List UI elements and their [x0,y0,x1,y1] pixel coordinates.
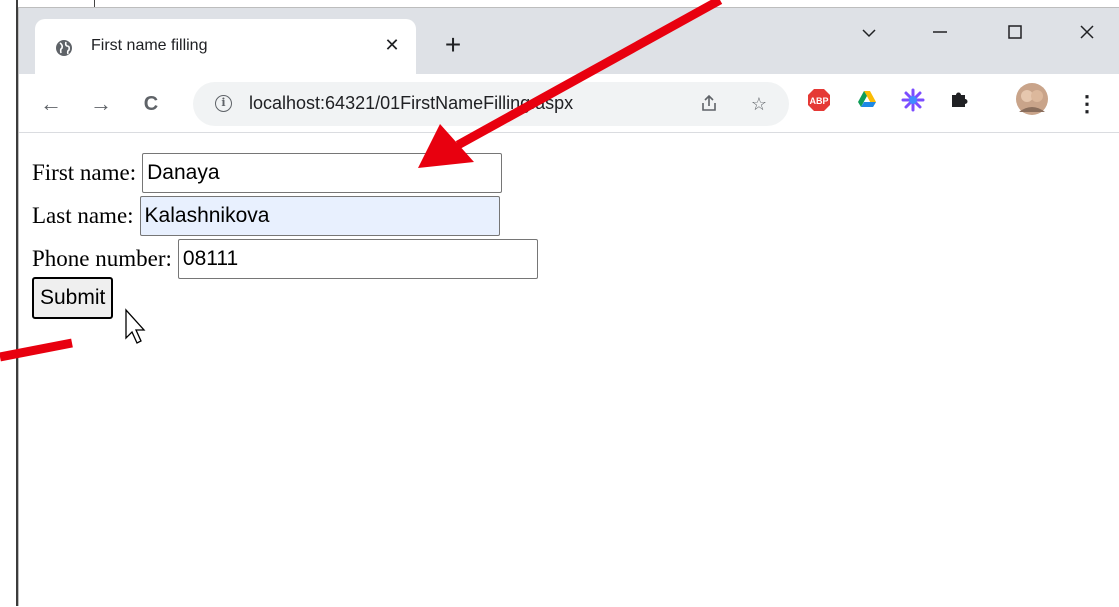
phone-label: Phone number: [32,246,172,271]
back-button[interactable]: ← [37,90,65,118]
globe-icon [56,40,72,56]
forward-button[interactable]: → [87,90,115,118]
site-info-icon[interactable]: i [215,95,232,112]
tab-first-name-filling[interactable]: First name filling ✕ [35,19,416,74]
tab-search-icon[interactable] [849,18,889,46]
browser-toolbar: ← → C i localhost:64321/01FirstNameFilli… [19,74,1119,133]
maximize-button[interactable] [995,18,1035,46]
last-name-input[interactable] [139,196,500,236]
first-name-row: First name: [32,153,503,193]
share-icon[interactable] [697,92,721,116]
extension-sparkle-icon[interactable] [899,88,927,116]
profile-avatar[interactable] [1015,82,1049,116]
tab-close-icon[interactable]: ✕ [380,33,404,57]
adblock-plus-label: ABP [809,96,828,106]
minimize-button[interactable] [920,18,960,46]
url-text[interactable]: localhost:64321/01FirstNameFilling.aspx [249,93,573,114]
reload-button[interactable]: C [137,90,165,118]
menu-icon[interactable]: ⋮ [1073,90,1101,118]
address-bar[interactable]: i localhost:64321/01FirstNameFilling.asp… [193,82,789,126]
last-name-label: Last name: [32,203,134,228]
adblock-plus-icon[interactable]: ABP [805,88,833,116]
tab-title: First name filling [91,37,208,54]
title-bar: First name filling ✕ + [19,8,1119,74]
submit-button[interactable]: Submit [32,277,114,319]
phone-input[interactable] [177,239,538,279]
star-icon[interactable]: ☆ [747,92,771,116]
close-window-button[interactable] [1067,18,1107,46]
new-tab-button[interactable]: + [438,31,468,61]
google-drive-icon[interactable] [853,88,881,116]
puzzle-icon[interactable] [945,88,973,116]
page-content: First name: Last name: Phone number: Sub… [19,133,1119,607]
last-name-row: Last name: [32,196,500,236]
phone-row: Phone number: [32,239,538,279]
first-name-input[interactable] [142,153,503,193]
window-divider-tick [94,0,95,7]
browser-window: First name filling ✕ + ← → C i localhost… [18,7,1119,606]
first-name-label: First name: [32,160,137,185]
